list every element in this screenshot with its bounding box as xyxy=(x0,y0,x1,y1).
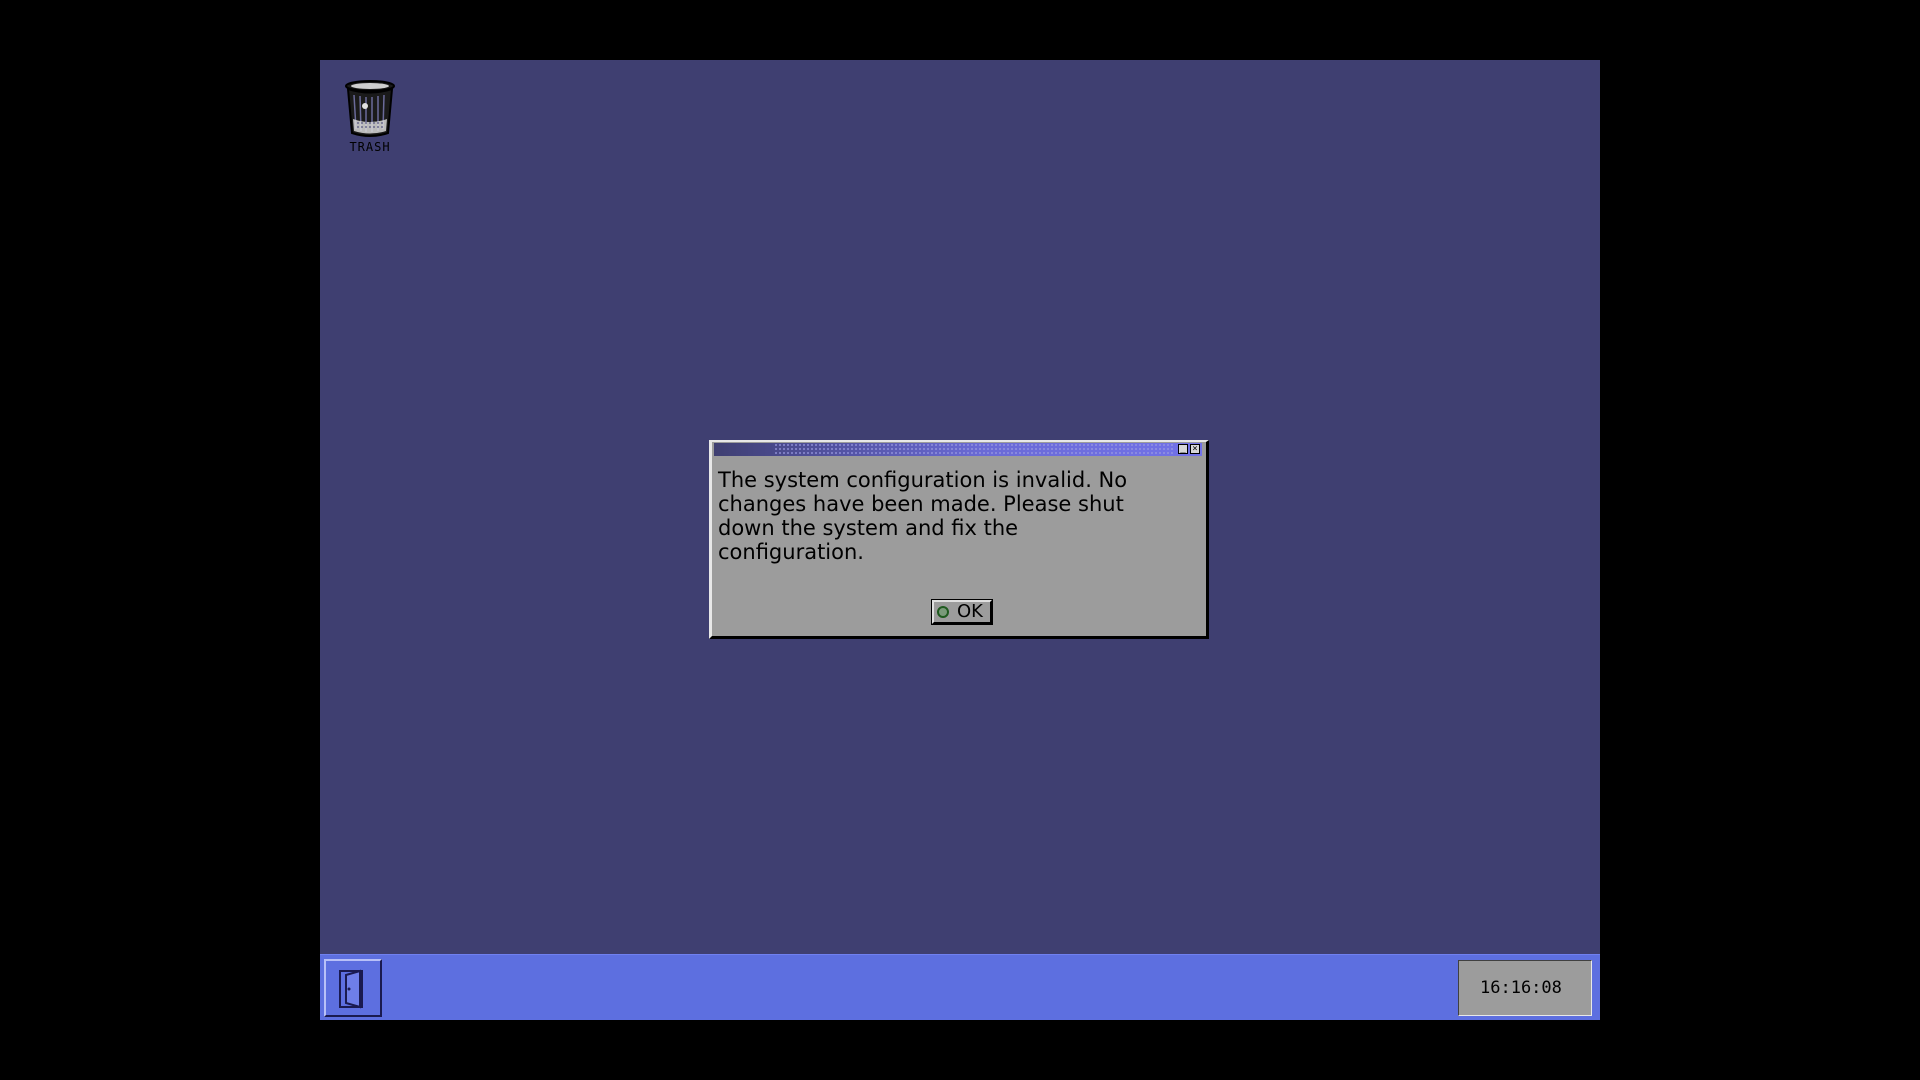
dialog-titlebar[interactable]: _ × xyxy=(714,443,1202,456)
start-button[interactable] xyxy=(324,959,382,1017)
close-button[interactable]: × xyxy=(1190,444,1200,454)
dialog-message: The system configuration is invalid. No … xyxy=(718,468,1128,564)
error-dialog: _ × The system configuration is invalid.… xyxy=(709,440,1209,639)
desktop-icon-trash[interactable]: TRASH xyxy=(339,79,401,155)
minimize-button[interactable]: _ xyxy=(1178,444,1188,454)
trash-label: TRASH xyxy=(349,140,391,154)
ok-button[interactable]: OK xyxy=(931,599,993,625)
taskbar: 16:16:08 xyxy=(320,954,1600,1020)
ok-button-label: OK xyxy=(957,601,983,622)
desktop: TRASH _ × The system configuration is in… xyxy=(320,60,1600,1020)
trash-can-icon xyxy=(345,80,395,137)
door-icon xyxy=(339,969,363,1009)
minimize-icon: _ xyxy=(1180,444,1186,454)
taskbar-clock: 16:16:08 xyxy=(1458,960,1592,1016)
radio-dot-icon xyxy=(937,606,949,618)
close-icon: × xyxy=(1192,444,1198,454)
